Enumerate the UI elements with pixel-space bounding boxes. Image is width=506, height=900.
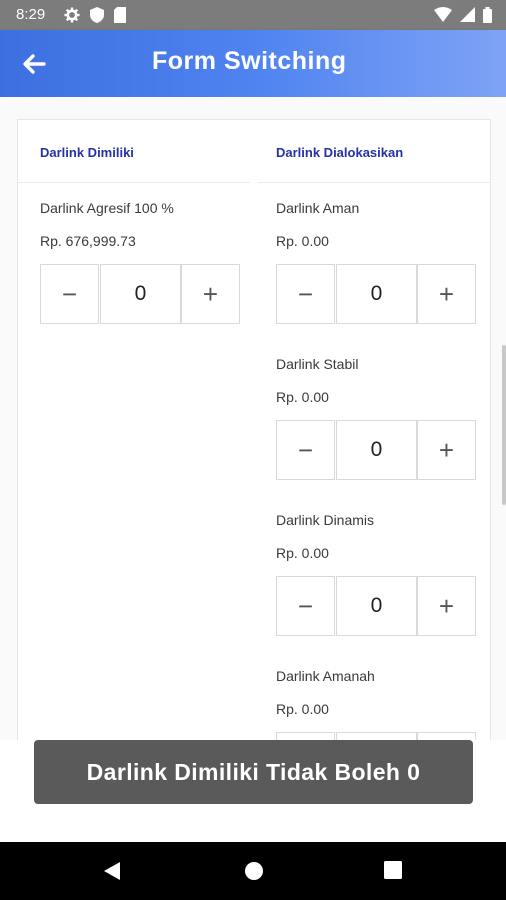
decrement-button[interactable]: − (276, 264, 335, 324)
toast-message: Darlink Dimiliki Tidak Boleh 0 (34, 740, 473, 804)
increment-button[interactable]: + (417, 420, 476, 480)
battery-icon (483, 7, 492, 23)
fund-label-aman: Darlink Aman (276, 200, 360, 216)
home-circle-icon[interactable] (244, 861, 264, 886)
switching-card: Darlink Dimiliki Darlink Dialokasikan Da… (17, 119, 491, 740)
fund-label-dinamis: Darlink Dinamis (276, 512, 375, 528)
quantity-value[interactable]: 0 (100, 264, 181, 324)
increment-button[interactable]: + (417, 576, 476, 636)
increment-button[interactable]: + (181, 264, 240, 324)
increment-button[interactable]: + (417, 264, 476, 324)
quantity-stepper-dinamis: − 0 + (276, 576, 478, 638)
quantity-stepper-amanah: − 0 + (276, 732, 478, 740)
quantity-stepper-aman: − 0 + (276, 264, 478, 326)
fund-label-stabil: Darlink Stabil (276, 356, 359, 372)
shield-icon (90, 7, 104, 23)
fund-amount-agresif: Rp. 676,999.73 (40, 233, 136, 249)
form-content[interactable]: Darlink Dimiliki Darlink Dialokasikan Da… (0, 97, 506, 740)
status-bar: 8:29 (0, 0, 506, 30)
wifi-icon (434, 7, 452, 23)
column-header-owned: Darlink Dimiliki (40, 145, 134, 160)
decrement-button[interactable]: − (276, 420, 335, 480)
recents-square-icon[interactable] (384, 861, 402, 884)
decrement-button[interactable]: − (276, 732, 335, 740)
fund-label-agresif: Darlink Agresif 100 % (40, 200, 174, 216)
fund-amount-dinamis: Rp. 0.00 (276, 545, 329, 561)
navigation-bar (0, 842, 506, 900)
back-triangle-icon[interactable] (102, 861, 122, 886)
fund-amount-amanah: Rp. 0.00 (276, 701, 329, 717)
quantity-stepper-agresif: − 0 + (40, 264, 242, 326)
page-title: Form Switching (152, 47, 347, 75)
fund-label-amanah: Darlink Amanah (276, 668, 375, 684)
fund-amount-stabil: Rp. 0.00 (276, 389, 329, 405)
status-time: 8:29 (16, 6, 46, 23)
quantity-value[interactable]: 0 (336, 420, 417, 480)
increment-button[interactable]: + (417, 732, 476, 740)
quantity-stepper-stabil: − 0 + (276, 420, 478, 482)
back-arrow-icon[interactable] (20, 50, 48, 78)
decrement-button[interactable]: − (276, 576, 335, 636)
app-bar: Form Switching (0, 30, 506, 97)
sd-card-icon (114, 7, 126, 23)
toast-text: Darlink Dimiliki Tidak Boleh 0 (86, 758, 421, 785)
header-divider (18, 182, 250, 183)
decrement-button[interactable]: − (40, 264, 99, 324)
column-header-allocated: Darlink Dialokasikan (276, 145, 404, 160)
quantity-value[interactable]: 0 (336, 264, 417, 324)
signal-icon (460, 7, 475, 23)
scrollbar[interactable] (502, 345, 506, 505)
quantity-value[interactable]: 0 (336, 732, 417, 740)
fund-amount-aman: Rp. 0.00 (276, 233, 329, 249)
quantity-value[interactable]: 0 (336, 576, 417, 636)
header-divider (258, 182, 490, 183)
settings-icon (64, 7, 80, 23)
